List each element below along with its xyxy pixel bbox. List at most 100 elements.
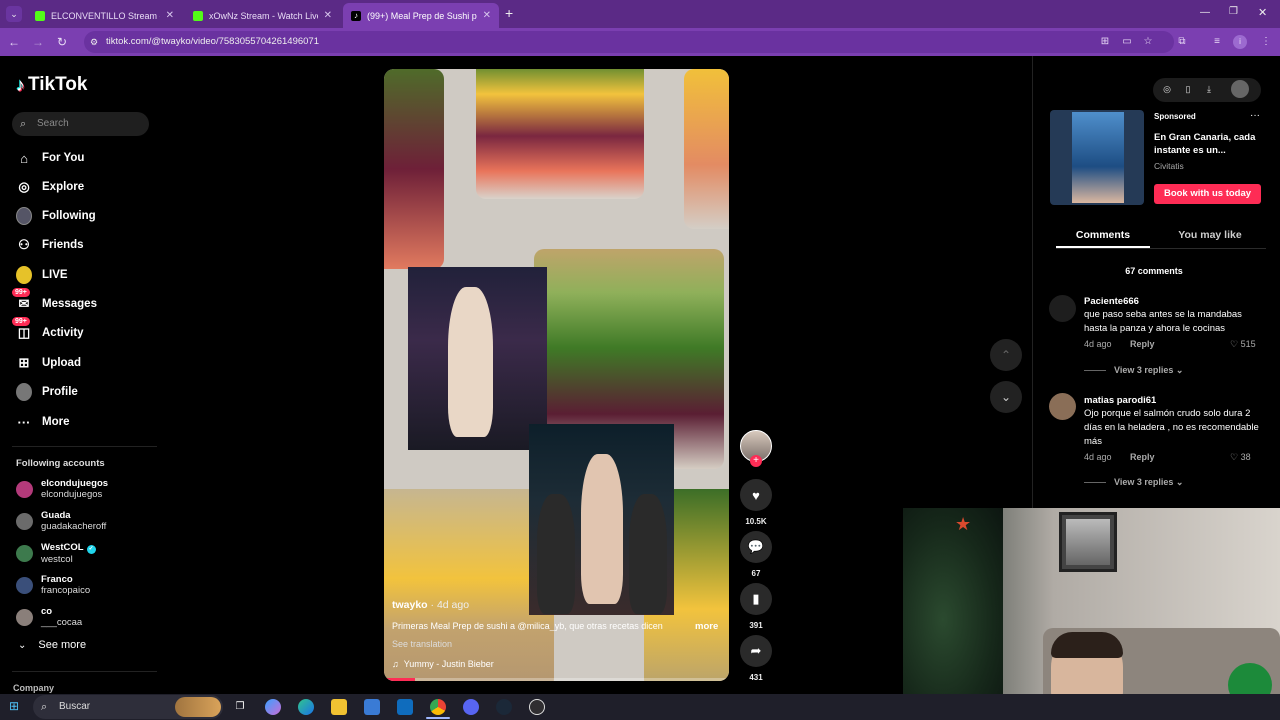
previous-video-button[interactable]: ⌃ [990, 339, 1022, 371]
nav-explore[interactable]: ◎ Explore [16, 176, 84, 198]
share-icon[interactable]: ➦ [740, 635, 772, 667]
site-info-icon[interactable]: ⚙ [90, 31, 98, 53]
view-replies-button[interactable]: View 3 replies ⌄ [1084, 365, 1183, 376]
close-tab-icon[interactable]: ✕ [324, 10, 332, 21]
save-action[interactable]: ▮ 391 [740, 583, 772, 630]
reply-button[interactable]: Reply [1130, 452, 1155, 462]
restore-icon[interactable]: ❐ [1229, 6, 1238, 17]
video-player[interactable]: twayko · 4d ago Primeras Meal Prep de su… [384, 69, 729, 681]
tiktok-logo[interactable]: ♪ TikTok [16, 74, 87, 96]
comment-like[interactable]: ♡ 38 [1230, 452, 1251, 463]
nav-friends[interactable]: ⚇ Friends [16, 234, 83, 256]
nav-more[interactable]: ··· More [16, 411, 70, 433]
translate-icon[interactable]: ⊞ [1098, 35, 1112, 49]
comment-username[interactable]: matias parodi61 [1084, 395, 1156, 406]
next-video-button[interactable]: ⌄ [990, 381, 1022, 413]
media-icon[interactable]: ≡ [1210, 35, 1224, 49]
video-author[interactable]: twayko · 4d ago [392, 599, 469, 611]
copilot-icon[interactable] [265, 699, 281, 715]
nav-for-you[interactable]: ⌂ For You [16, 147, 84, 169]
bookmark-icon[interactable]: ▮ [740, 583, 772, 615]
tab-comments[interactable]: Comments [1056, 229, 1150, 241]
file-explorer-icon[interactable] [331, 699, 347, 715]
taskbar-search[interactable]: ⌕ Buscar [33, 695, 223, 719]
chrome-icon[interactable] [430, 699, 446, 715]
avatar[interactable] [1049, 295, 1076, 322]
browser-tab-active[interactable]: ♪ (99+) Meal Prep de Sushi pa ✕ [343, 3, 499, 28]
comment-like[interactable]: ♡ 515 [1230, 339, 1256, 350]
following-account[interactable]: WestCOL ✓ westcol [16, 540, 96, 566]
user-avatar[interactable] [1231, 80, 1249, 98]
share-action[interactable]: ➦ 431 [740, 635, 772, 682]
see-more-button[interactable]: ⌄ See more [18, 639, 86, 651]
new-tab-button[interactable]: + [505, 5, 513, 21]
cast-icon[interactable]: ▭ [1120, 35, 1134, 49]
task-view-icon[interactable]: ❐ [232, 699, 248, 715]
ad-thumbnail[interactable] [1050, 110, 1144, 205]
nav-upload[interactable]: ⊞ Upload [16, 352, 81, 374]
see-translation-link[interactable]: See translation [392, 639, 452, 649]
ad-menu-icon[interactable]: ··· [1250, 110, 1260, 121]
profile-avatar[interactable]: i [1233, 35, 1247, 49]
close-window-icon[interactable]: ✕ [1258, 6, 1267, 19]
like-count: 10.5K [745, 517, 767, 526]
ad-cta-button[interactable]: Book with us today [1154, 184, 1261, 204]
forward-icon[interactable]: → [30, 34, 46, 50]
ad-brand: Civitatis [1154, 161, 1184, 171]
video-music[interactable]: ♫ Yummy - Justin Bieber [392, 659, 494, 669]
like-action[interactable]: ♥ 10.5K [740, 479, 772, 526]
browser-tab-bar: ⌄ ELCONVENTILLO Stream - Watc ✕ xOwNz St… [0, 0, 1280, 28]
nav-activity[interactable]: ◫ 99+ Activity [12, 317, 84, 344]
menu-kebab-icon[interactable]: ⋮ [1259, 35, 1273, 49]
following-account[interactable]: co ___cocaa [16, 604, 82, 630]
outlook-icon[interactable] [397, 699, 413, 715]
comment-timestamp: 4d ago [1084, 452, 1112, 462]
video-progress-bar[interactable] [384, 678, 729, 681]
windows-start-icon[interactable]: ⊞ [9, 700, 22, 713]
tiktok-icon: ♪ [351, 10, 361, 21]
following-account[interactable]: elcondujuegos elcondujuegos [16, 476, 108, 502]
browser-tab[interactable]: ELCONVENTILLO Stream - Watc ✕ [27, 3, 182, 28]
store-icon[interactable] [364, 699, 380, 715]
heart-icon[interactable]: ♥ [740, 479, 772, 511]
back-icon[interactable]: ← [6, 34, 22, 50]
tabs-divider [1056, 248, 1266, 249]
download-icon[interactable]: ⤓ [1202, 82, 1216, 96]
ad-title[interactable]: En Gran Canaria, cada instante es un... [1154, 131, 1264, 157]
company-link[interactable]: Company [13, 683, 54, 693]
nav-messages[interactable]: ✉ 99+ Messages [12, 288, 97, 315]
view-replies-button[interactable]: View 3 replies ⌄ [1084, 477, 1183, 488]
reply-button[interactable]: Reply [1130, 339, 1155, 349]
following-account[interactable]: Guada guadakacheroff [16, 508, 106, 534]
follow-plus-icon[interactable]: + [750, 455, 762, 467]
comment-action[interactable]: 💬 67 [740, 531, 772, 578]
nav-live[interactable]: LIVE [16, 264, 68, 286]
nav-profile[interactable]: Profile [16, 381, 78, 403]
nav-following[interactable]: Following [16, 205, 96, 227]
extensions-icon[interactable]: ⧉ [1175, 35, 1189, 49]
music-note-icon: ♫ [392, 659, 399, 669]
avatar [16, 576, 33, 594]
close-tab-icon[interactable]: ✕ [166, 10, 174, 21]
steam-icon[interactable] [496, 699, 512, 715]
tab-search-dropdown-icon[interactable]: ⌄ [6, 6, 22, 22]
caption-more-button[interactable]: more [695, 621, 718, 632]
coin-icon[interactable]: ◎ [1160, 82, 1174, 96]
edge-icon[interactable] [298, 699, 314, 715]
phone-icon[interactable]: ▯ [1181, 82, 1195, 96]
address-bar[interactable]: ⚙ tiktok.com/@twayko/video/7583055704261… [84, 31, 1174, 53]
browser-tab[interactable]: xOwNz Stream - Watch Live on ✕ [185, 3, 340, 28]
obs-icon[interactable] [529, 699, 545, 715]
reload-icon[interactable]: ↻ [54, 34, 70, 50]
avatar[interactable] [1049, 393, 1076, 420]
following-account[interactable]: Franco francopaico [16, 572, 90, 598]
close-tab-icon[interactable]: ✕ [483, 10, 491, 21]
comment-icon[interactable]: 💬 [740, 531, 772, 563]
discord-icon[interactable] [463, 699, 479, 715]
comment-username[interactable]: Paciente666 [1084, 296, 1139, 307]
bookmark-star-icon[interactable]: ☆ [1141, 35, 1155, 49]
minimize-icon[interactable]: — [1200, 7, 1210, 18]
tab-you-may-like[interactable]: You may like [1160, 229, 1260, 241]
search-input[interactable]: ⌕ Search [12, 112, 149, 136]
heart-outline-icon: ♡ [1230, 452, 1239, 462]
